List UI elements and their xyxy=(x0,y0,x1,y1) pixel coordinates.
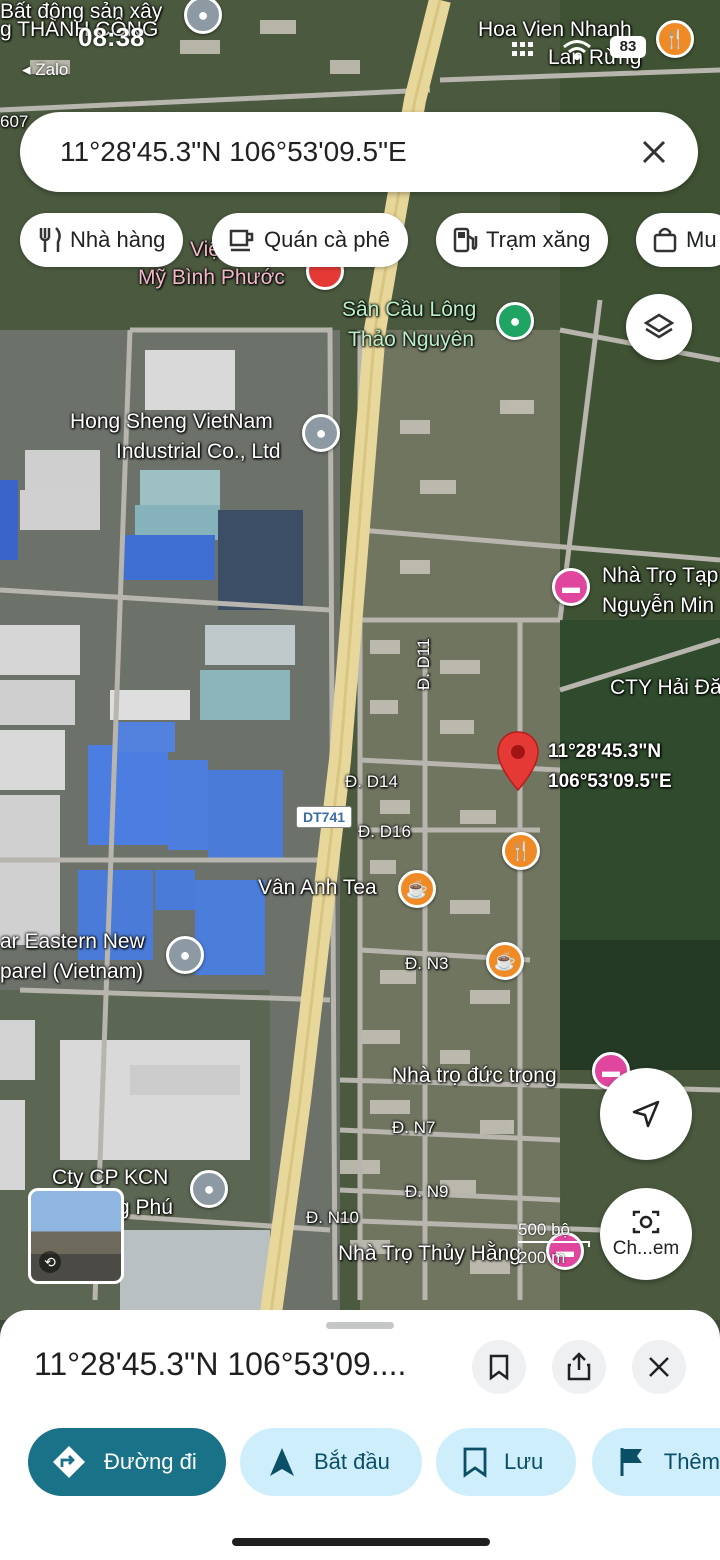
pin-coordinate-label: 11°28'45.3"N xyxy=(548,741,662,762)
road-label: Đ. N7 xyxy=(392,1118,436,1137)
save-icon-button[interactable] xyxy=(472,1340,526,1394)
directions-icon xyxy=(53,1446,85,1478)
scale-bar xyxy=(518,1241,590,1247)
road-label: Đ. D14 xyxy=(345,772,398,791)
place-pin-icon[interactable]: ● xyxy=(166,936,204,974)
scale-meters: 200 m xyxy=(518,1248,566,1267)
map-label: ar Eastern New xyxy=(0,930,145,953)
wifi-icon xyxy=(563,40,591,60)
pin-coordinate-label: 106°53'09.5"E xyxy=(548,771,672,792)
map-label: Cty CP KCN xyxy=(52,1166,169,1189)
place-pin-icon[interactable]: ● xyxy=(190,1170,228,1208)
dropped-pin-icon[interactable] xyxy=(496,730,540,794)
map-label: g Phú xyxy=(118,1196,173,1219)
street-view-thumbnail[interactable]: ⟲ xyxy=(28,1188,124,1284)
place-title: 11°28'45.3"N 106°53'09.... xyxy=(34,1346,407,1382)
save-button[interactable]: Lưu xyxy=(436,1428,576,1496)
camera-icon xyxy=(632,1210,660,1234)
map-label: parel (Vietnam) xyxy=(0,960,144,983)
more-button[interactable]: Thêm xyxy=(592,1428,720,1496)
rotate-icon: ⟲ xyxy=(39,1251,61,1273)
signal-icon xyxy=(512,42,533,56)
directions-button[interactable]: Đường đi xyxy=(28,1428,226,1496)
close-sheet-button[interactable] xyxy=(632,1340,686,1394)
restaurant-icon xyxy=(39,227,61,252)
save-label: Lưu xyxy=(504,1449,544,1474)
chip-cafes[interactable]: Quán cà phê xyxy=(212,213,408,267)
share-icon xyxy=(567,1352,591,1381)
home-indicator xyxy=(232,1538,490,1546)
map-label: Sân Cầu Lông xyxy=(342,298,477,321)
my-location-button[interactable] xyxy=(600,1068,692,1160)
map-label: Hong Sheng VietNam xyxy=(70,410,273,433)
map-scale: 500 bộ 200 m xyxy=(518,1220,590,1268)
map-label: Industrial Co., Ltd xyxy=(116,440,281,463)
route-shield: DT741 xyxy=(296,806,353,828)
map-label: CTY Hải Đă xyxy=(610,676,720,699)
sheet-drag-handle[interactable] xyxy=(326,1322,394,1329)
map-label: Nguyễn Min xyxy=(602,594,715,617)
flag-icon xyxy=(620,1448,642,1476)
navigation-icon xyxy=(270,1448,294,1476)
status-bar: 08:38 ◂ Zalo 83 xyxy=(0,0,720,79)
gas-station-icon xyxy=(453,227,478,253)
more-label: Thêm xyxy=(663,1449,720,1474)
coffee-pin-icon[interactable]: ☕ xyxy=(398,870,436,908)
chip-label: Nhà hàng xyxy=(70,227,166,252)
road-label: Đ. N3 xyxy=(405,954,449,973)
chip-shopping[interactable]: Mu xyxy=(636,213,720,267)
search-bar[interactable]: 11°28'45.3"N 106°53'09.5"E xyxy=(20,112,698,192)
chip-restaurants[interactable]: Nhà hàng xyxy=(20,213,184,267)
place-pin-icon[interactable]: ● xyxy=(302,414,340,452)
place-bottom-sheet[interactable]: 11°28'45.3"N 106°53'09.... Đường đi Bắt … xyxy=(0,1310,720,1560)
shopping-bag-icon xyxy=(653,227,677,253)
directions-label: Đường đi xyxy=(104,1449,197,1474)
map-label: Vân Anh Tea xyxy=(258,876,377,899)
map-label: Thảo Nguyên xyxy=(348,328,475,351)
layers-icon xyxy=(644,313,674,339)
search-query[interactable]: 11°28'45.3"N 106°53'09.5"E xyxy=(60,136,634,168)
close-icon xyxy=(642,140,666,164)
lodging-pin-icon[interactable]: ▬ xyxy=(552,568,590,606)
status-time: 08:38 xyxy=(78,22,145,52)
back-to-app-link[interactable]: ◂ Zalo xyxy=(22,60,68,80)
road-label: Đ. N9 xyxy=(405,1182,449,1201)
road-label: Đ. N10 xyxy=(306,1208,359,1227)
battery-icon: 83 xyxy=(610,36,646,58)
map-label: Mỹ Bình Phước xyxy=(138,266,285,289)
share-button[interactable] xyxy=(552,1340,606,1394)
chip-label: Trạm xăng xyxy=(486,227,591,252)
sports-pin-icon[interactable]: ● xyxy=(496,302,534,340)
bookmark-icon xyxy=(463,1447,487,1478)
chip-label: Quán cà phê xyxy=(264,227,390,252)
lens-label: Ch...em xyxy=(612,1238,680,1259)
clear-search-button[interactable] xyxy=(634,132,674,172)
road-label: Đ. D11 xyxy=(414,638,433,690)
coffee-pin-icon[interactable]: ☕ xyxy=(486,942,524,980)
chip-gas-stations[interactable]: Trạm xăng xyxy=(436,213,609,267)
map-label: Nhà Trọ Thủy Hằng xyxy=(338,1242,521,1265)
map-label: Nhà Trọ Tạp xyxy=(602,564,719,587)
road-label: Đ. D16 xyxy=(358,822,411,841)
restaurant-pin-icon[interactable]: 🍴 xyxy=(502,832,540,870)
bookmark-icon xyxy=(489,1354,509,1381)
navigation-arrow-icon xyxy=(632,1100,660,1128)
coffee-icon xyxy=(229,229,254,252)
start-label: Bắt đầu xyxy=(314,1449,390,1474)
map-label: Nhà trọ đức trọng xyxy=(392,1064,557,1087)
start-button[interactable]: Bắt đầu xyxy=(240,1428,422,1496)
chip-label: Mu xyxy=(686,227,717,252)
map-label: 607 xyxy=(0,112,29,131)
close-icon xyxy=(649,1357,669,1377)
lens-button[interactable]: Ch...em xyxy=(600,1188,692,1280)
scale-feet: 500 bộ xyxy=(518,1220,570,1239)
layers-button[interactable] xyxy=(626,294,692,360)
